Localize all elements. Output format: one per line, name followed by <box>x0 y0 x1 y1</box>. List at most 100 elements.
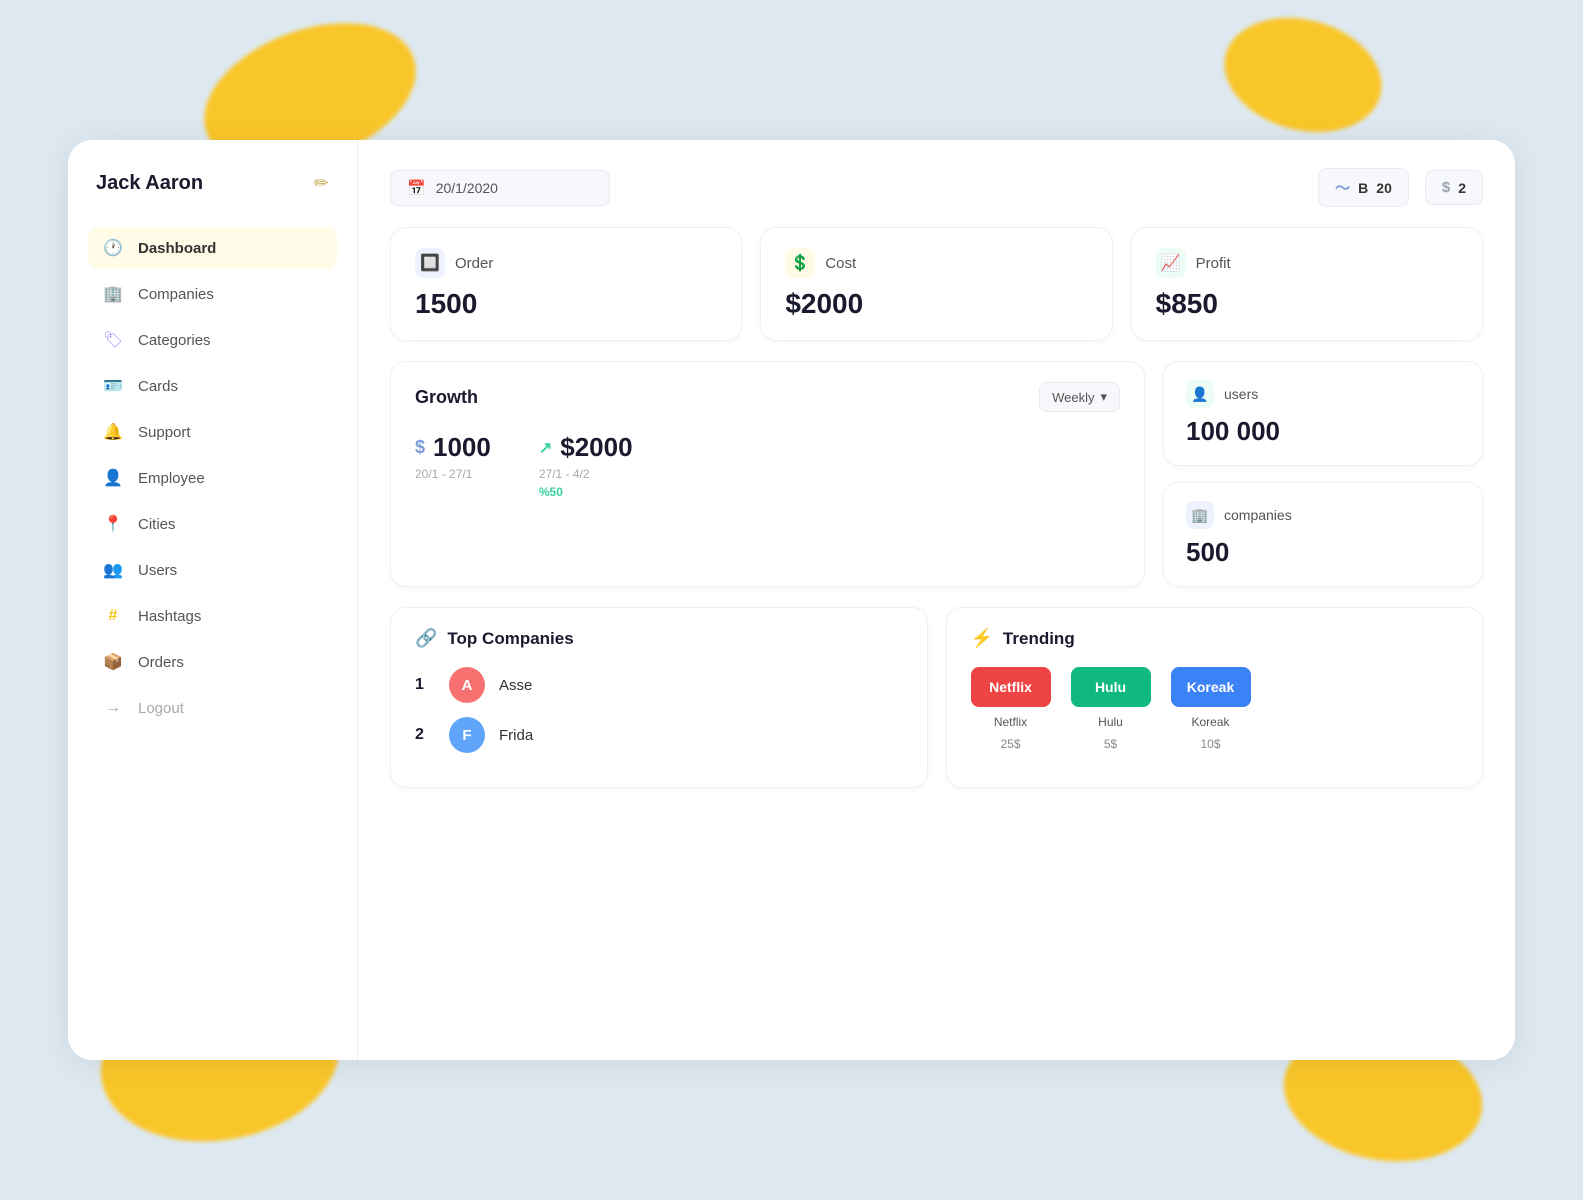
sidebar-label-categories: Categories <box>138 332 211 349</box>
right-stat-users: 👤 users 100 000 <box>1163 361 1483 466</box>
trending-name-netflix: Netflix <box>994 715 1027 729</box>
trending-price-hulu: 5$ <box>1104 737 1117 751</box>
cost-label: Cost <box>825 255 856 272</box>
activity-badge: 〜 B 20 <box>1318 168 1409 207</box>
sidebar-item-support[interactable]: 🔔 Support <box>88 411 337 453</box>
dashboard-icon: 🕐 <box>102 237 124 259</box>
top-bar: 📅 20/1/2020 〜 B 20 $ 2 <box>390 168 1483 207</box>
trending-icon: ⚡ <box>971 628 993 649</box>
main-card: Jack Aaron ✏ 🕐 Dashboard 🏢 Companies 🏷 C… <box>68 140 1515 1060</box>
companies-stat-value: 500 <box>1186 537 1460 568</box>
middle-row: Growth Weekly ▾ $ 1000 20/1 - 27/1 <box>390 361 1483 587</box>
cost-icon: 💲 <box>785 248 815 278</box>
companies-icon: 🏢 <box>102 283 124 305</box>
growth-amount-1: $ 1000 <box>415 432 491 463</box>
weekly-label: Weekly <box>1052 390 1094 405</box>
activity-icon: 〜 <box>1335 177 1350 198</box>
sidebar-label-logout: Logout <box>138 700 184 717</box>
date-field[interactable]: 📅 20/1/2020 <box>390 170 610 206</box>
growth-date-2: 27/1 - 4/2 <box>539 467 633 481</box>
company-avatar-1: A <box>449 667 485 703</box>
growth-amount-2: ↗ $2000 <box>539 432 633 463</box>
stat-card-order: 🔲 Order 1500 <box>390 227 742 341</box>
logout-icon: → <box>102 697 124 719</box>
growth-header: Growth Weekly ▾ <box>415 382 1120 412</box>
trending-item-netflix: Netflix Netflix 25$ <box>971 667 1051 751</box>
trending-item-hulu: Hulu Hulu 5$ <box>1071 667 1151 751</box>
trending-items: Netflix Netflix 25$ Hulu Hulu 5$ Koreak … <box>971 667 1459 751</box>
sidebar-item-cities[interactable]: 📍 Cities <box>88 503 337 545</box>
sidebar-item-logout[interactable]: → Logout <box>88 687 337 729</box>
sidebar-item-dashboard[interactable]: 🕐 Dashboard <box>88 227 337 269</box>
sidebar-label-cities: Cities <box>138 516 176 533</box>
orders-icon: 📦 <box>102 651 124 673</box>
stat-card-profit: 📈 Profit $850 <box>1131 227 1483 341</box>
dollar-badge: $ 2 <box>1425 170 1483 205</box>
company-row-1: 1 A Asse <box>415 667 903 703</box>
top-companies-header: 🔗 Top Companies <box>415 628 903 649</box>
edit-icon[interactable]: ✏ <box>314 173 329 194</box>
blob-decoration-2 <box>1211 1 1394 149</box>
sidebar-username: Jack Aaron <box>96 172 203 195</box>
companies-stat-icon: 🏢 <box>1186 501 1214 529</box>
users-stat-value: 100 000 <box>1186 416 1460 447</box>
sidebar-item-hashtags[interactable]: # Hashtags <box>88 595 337 637</box>
badge-dollar-value: 2 <box>1458 180 1466 196</box>
sidebar-item-companies[interactable]: 🏢 Companies <box>88 273 337 315</box>
badge-b-label: B <box>1358 180 1368 196</box>
sidebar-header: Jack Aaron ✏ <box>88 172 337 195</box>
trending-badge-hulu[interactable]: Hulu <box>1071 667 1151 707</box>
growth-item-1: $ 1000 20/1 - 27/1 <box>415 432 491 481</box>
trending-price-netflix: 25$ <box>1000 737 1020 751</box>
profit-value: $850 <box>1156 288 1458 320</box>
sidebar-label-hashtags: Hashtags <box>138 608 201 625</box>
hashtags-icon: # <box>102 605 124 627</box>
sidebar: Jack Aaron ✏ 🕐 Dashboard 🏢 Companies 🏷 C… <box>68 140 358 1060</box>
profit-icon: 📈 <box>1156 248 1186 278</box>
cities-icon: 📍 <box>102 513 124 535</box>
company-name-2: Frida <box>499 727 533 744</box>
growth-percent-2: %50 <box>539 485 633 499</box>
cost-value: $2000 <box>785 288 1087 320</box>
users-stat-label: users <box>1224 386 1258 402</box>
trending-name-hulu: Hulu <box>1098 715 1123 729</box>
sidebar-label-orders: Orders <box>138 654 184 671</box>
bottom-row: 🔗 Top Companies 1 A Asse 2 F Frida ⚡ <box>390 607 1483 788</box>
top-companies-icon: 🔗 <box>415 628 437 649</box>
company-rank-2: 2 <box>415 726 435 744</box>
cards-icon: 🪪 <box>102 375 124 397</box>
growth-value-1: 1000 <box>433 432 491 463</box>
trending-price-koreak: 10$ <box>1200 737 1220 751</box>
company-rank-1: 1 <box>415 676 435 694</box>
sidebar-item-categories[interactable]: 🏷 Categories <box>88 319 337 361</box>
sidebar-item-orders[interactable]: 📦 Orders <box>88 641 337 683</box>
support-icon: 🔔 <box>102 421 124 443</box>
trending-name-koreak: Koreak <box>1191 715 1229 729</box>
stats-row: 🔲 Order 1500 💲 Cost $2000 📈 Profit $850 <box>390 227 1483 341</box>
growth-item-2: ↗ $2000 27/1 - 4/2 %50 <box>539 432 633 499</box>
sidebar-label-cards: Cards <box>138 378 178 395</box>
badge-b-value: 20 <box>1376 180 1392 196</box>
sidebar-item-users[interactable]: 👥 Users <box>88 549 337 591</box>
users-icon: 👥 <box>102 559 124 581</box>
trending-badge-koreak[interactable]: Koreak <box>1171 667 1251 707</box>
stat-header-order: 🔲 Order <box>415 248 717 278</box>
sidebar-item-cards[interactable]: 🪪 Cards <box>88 365 337 407</box>
sidebar-label-companies: Companies <box>138 286 214 303</box>
growth-date-1: 20/1 - 27/1 <box>415 467 491 481</box>
categories-icon: 🏷 <box>102 329 124 351</box>
right-stat-header-users: 👤 users <box>1186 380 1460 408</box>
date-icon: 📅 <box>407 179 426 197</box>
dollar-icon: $ <box>1442 179 1450 196</box>
company-name-1: Asse <box>499 677 532 694</box>
sidebar-item-employee[interactable]: 👤 Employee <box>88 457 337 499</box>
stat-header-cost: 💲 Cost <box>785 248 1087 278</box>
trending-badge-netflix[interactable]: Netflix <box>971 667 1051 707</box>
profit-label: Profit <box>1196 255 1231 272</box>
weekly-select[interactable]: Weekly ▾ <box>1039 382 1120 412</box>
right-stat-header-companies: 🏢 companies <box>1186 501 1460 529</box>
sidebar-label-dashboard: Dashboard <box>138 240 216 257</box>
trending-title: Trending <box>1003 629 1075 649</box>
arrow-up-icon: ↗ <box>539 438 552 458</box>
growth-value-2: $2000 <box>560 432 632 463</box>
